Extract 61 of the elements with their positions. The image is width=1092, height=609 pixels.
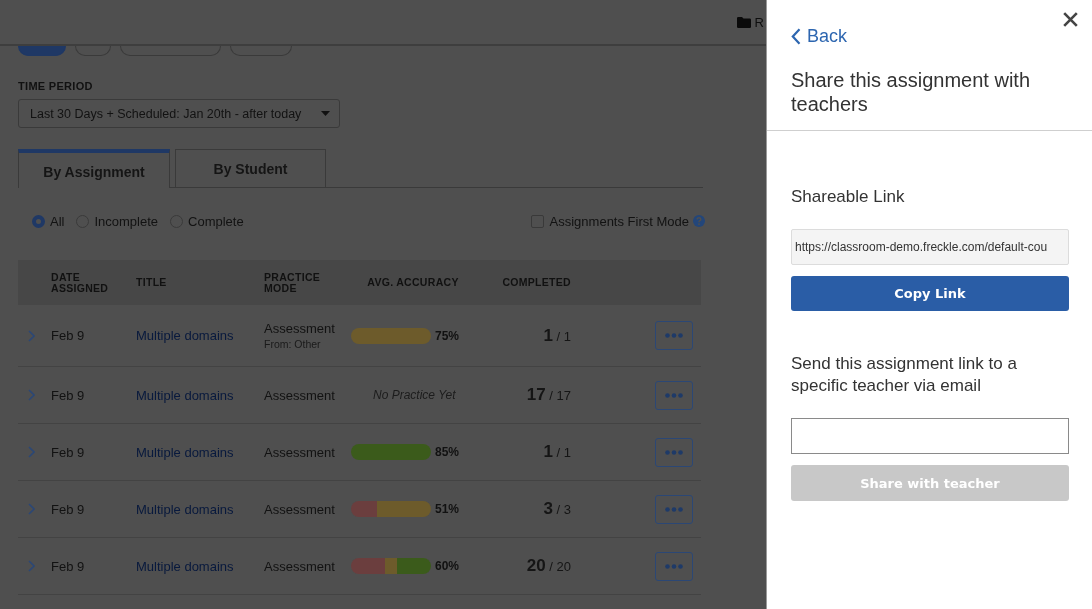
practice-mode-text: Assessment (264, 321, 336, 336)
chevron-right-icon[interactable] (28, 329, 35, 342)
more-button[interactable] (655, 380, 693, 410)
more-button[interactable] (655, 437, 693, 467)
chevron-right-icon[interactable] (28, 503, 35, 515)
chevron-right-icon[interactable] (28, 446, 35, 458)
accuracy-percent: 85% (435, 445, 460, 459)
ellipsis-icon (665, 563, 683, 569)
status-radio[interactable]: All (32, 213, 65, 229)
view-tab[interactable]: By Assignment (18, 149, 170, 188)
folder-icon (736, 16, 751, 28)
close-icon[interactable] (1063, 12, 1078, 27)
chevron-right-icon[interactable] (28, 560, 35, 572)
more-button[interactable] (655, 494, 693, 524)
completed-count: 1 / 1 (543, 442, 572, 462)
help-icon[interactable] (693, 215, 705, 227)
assignment-title-link[interactable]: Multiple domains (136, 558, 234, 574)
date-text: Feb 9 (51, 328, 86, 343)
accuracy-percent: 60% (435, 559, 460, 573)
status-radio[interactable]: Incomplete (76, 213, 159, 229)
caret-down-icon (321, 111, 330, 116)
ellipsis-icon (665, 333, 683, 338)
panel-title: Share this assignment with teachers (791, 68, 1031, 116)
date-text: Feb 9 (51, 558, 86, 574)
ellipsis-icon (665, 506, 683, 512)
time-period-label: TIME PERIOD (18, 79, 93, 93)
email-field[interactable] (791, 418, 1069, 454)
assignment-title-link[interactable]: Multiple domains (136, 387, 234, 403)
practice-mode-text: Assessment (264, 558, 336, 574)
completed-count: 3 / 3 (543, 499, 572, 519)
copy-link-button[interactable]: Copy Link (791, 276, 1069, 311)
back-link[interactable]: Back (791, 26, 848, 46)
accuracy-percent: 75% (435, 328, 460, 343)
assignment-title-link[interactable]: Multiple domains (136, 444, 234, 460)
assignment-title-link[interactable]: Multiple domains (136, 328, 234, 343)
assignment-title-link[interactable]: Multiple domains (136, 501, 234, 517)
ellipsis-icon (665, 392, 683, 398)
chevron-left-icon (791, 27, 801, 45)
date-text: Feb 9 (51, 444, 86, 460)
shareable-link-label: Shareable Link (791, 187, 905, 207)
accuracy-percent: 51% (435, 502, 460, 516)
completed-count: 20 / 20 (526, 556, 572, 576)
more-button[interactable] (655, 551, 693, 581)
time-period-dropdown[interactable]: Last 30 Days + Scheduled: Jan 20th - after today (18, 99, 340, 128)
completed-count: 1 / 1 (543, 325, 572, 346)
practice-mode-text: Assessment (264, 501, 336, 517)
view-tab[interactable]: By Student (175, 149, 326, 187)
email-label: Send this assignment link to a specific teacher via email (791, 353, 1018, 397)
filter-pill[interactable] (18, 46, 66, 56)
practice-mode-text: Assessment (264, 387, 336, 403)
completed-count: 17 / 17 (526, 385, 572, 405)
assignments-first-mode-checkbox[interactable]: Assignments First Mode (530, 213, 689, 229)
date-text: Feb 9 (51, 387, 86, 403)
breadcrumb-link[interactable]: R (754, 14, 764, 30)
chevron-right-icon[interactable] (28, 389, 35, 401)
status-radio[interactable]: Complete (170, 213, 244, 229)
ellipsis-icon (665, 449, 683, 455)
date-text: Feb 9 (51, 501, 86, 517)
more-button[interactable] (655, 321, 693, 350)
link-field[interactable]: https://classroom-demo.freckle.com/default-cou (791, 229, 1069, 265)
practice-mode-text: Assessment (264, 444, 336, 460)
